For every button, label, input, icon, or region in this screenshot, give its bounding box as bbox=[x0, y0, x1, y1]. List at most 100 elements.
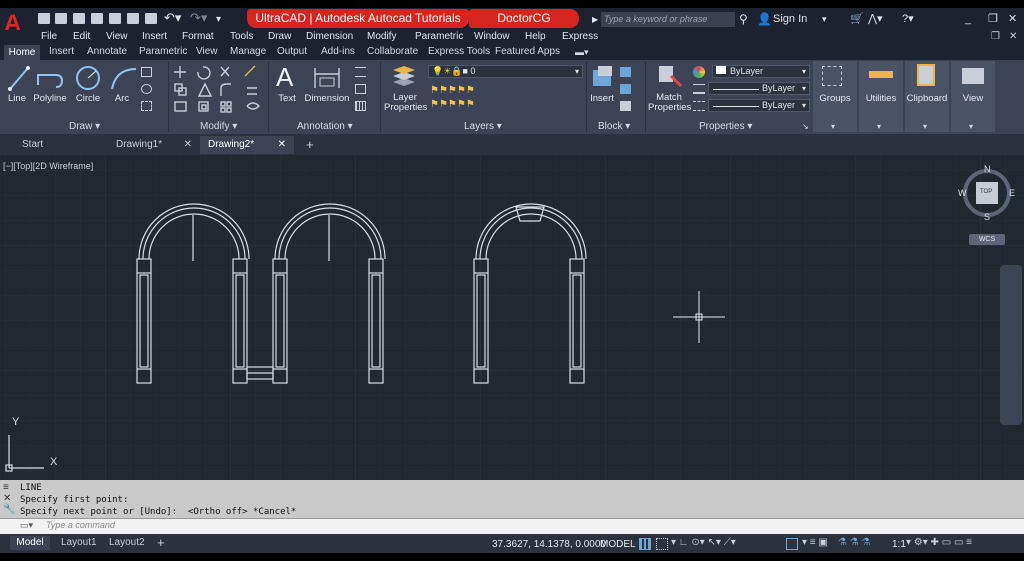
draw-panel-label[interactable]: Draw ▾ bbox=[69, 121, 100, 133]
close-icon[interactable]: ✕ bbox=[1008, 12, 1017, 27]
text-tool[interactable]: Text bbox=[276, 93, 298, 104]
tab-collaborate[interactable]: Collaborate bbox=[367, 46, 418, 58]
modify-panel-label[interactable]: Modify ▾ bbox=[200, 121, 237, 133]
menu-window[interactable]: Window bbox=[474, 31, 510, 43]
model-space[interactable] bbox=[0, 155, 1024, 480]
view-dropdown-icon[interactable]: ▾ bbox=[969, 121, 973, 133]
tab-manage[interactable]: Manage bbox=[230, 46, 266, 58]
viewcube-east[interactable]: E bbox=[1009, 188, 1015, 198]
viewcube-south[interactable]: S bbox=[984, 212, 990, 222]
help-icon[interactable]: ?▾ bbox=[902, 12, 914, 27]
dimension-tool[interactable]: Dimension bbox=[304, 93, 350, 104]
tab-parametric[interactable]: Parametric bbox=[139, 46, 187, 58]
navigation-bar[interactable] bbox=[1000, 265, 1022, 425]
table-icon[interactable] bbox=[355, 101, 366, 111]
utilities-dropdown-icon[interactable]: ▾ bbox=[877, 121, 881, 133]
clipboard-dropdown-icon[interactable]: ▾ bbox=[923, 121, 927, 133]
doc-restore-icon[interactable]: ❐ bbox=[991, 31, 1000, 43]
menu-draw[interactable]: Draw bbox=[268, 31, 291, 43]
polyline-tool[interactable]: Polyline bbox=[32, 93, 68, 104]
redo-icon[interactable]: ↷▾ bbox=[190, 10, 207, 25]
model-space-button[interactable]: MODEL bbox=[600, 539, 636, 550]
wcs-menu[interactable]: WCS bbox=[969, 234, 1005, 245]
cart-icon[interactable]: 🛒 bbox=[850, 12, 864, 27]
block-panel-label[interactable]: Block ▾ bbox=[598, 121, 630, 133]
properties-panel-label[interactable]: Properties ▾ bbox=[699, 121, 752, 133]
restore-icon[interactable]: ❐ bbox=[988, 12, 998, 27]
insert-block-icon[interactable] bbox=[590, 64, 616, 90]
tab-annotate[interactable]: Annotate bbox=[87, 46, 127, 58]
properties-launcher-icon[interactable]: ↘ bbox=[802, 121, 809, 133]
mleader-icon[interactable] bbox=[355, 84, 366, 94]
match-properties-icon[interactable] bbox=[657, 64, 683, 90]
insert-tool[interactable]: Insert bbox=[589, 93, 615, 104]
edit-block-icon[interactable] bbox=[620, 84, 631, 94]
layer-tool-icons[interactable]: ⚑⚑⚑⚑⚑ ⚑⚑⚑⚑⚑ bbox=[430, 84, 520, 114]
grid-toggle-icon[interactable] bbox=[639, 538, 651, 550]
layout-tab-model[interactable]: Model bbox=[10, 536, 50, 550]
layer-properties-icon[interactable] bbox=[390, 64, 418, 90]
new-file-icon[interactable] bbox=[38, 13, 50, 24]
menu-view[interactable]: View bbox=[106, 31, 128, 43]
line-tool[interactable]: Line bbox=[6, 93, 28, 104]
menu-dimension[interactable]: Dimension bbox=[306, 31, 353, 43]
doc-close-icon[interactable]: ✕ bbox=[1009, 31, 1017, 43]
save-as-icon[interactable] bbox=[91, 13, 103, 24]
save-web-icon[interactable] bbox=[127, 13, 139, 24]
dimension-icon[interactable] bbox=[312, 66, 342, 90]
search-icon[interactable]: ⚲ bbox=[739, 12, 748, 27]
tab-featured-apps[interactable]: Featured Apps bbox=[495, 46, 560, 58]
search-expand-icon[interactable]: ▶ bbox=[592, 12, 598, 27]
ribbon-toggle-icon[interactable]: ▬▾ bbox=[575, 46, 589, 58]
tab-home[interactable]: Home bbox=[4, 45, 40, 61]
menu-edit[interactable]: Edit bbox=[73, 31, 90, 43]
save-icon[interactable] bbox=[73, 13, 85, 24]
open-web-icon[interactable] bbox=[109, 13, 121, 24]
layout-tab-layout1[interactable]: Layout1 bbox=[61, 536, 97, 550]
circle-tool[interactable]: Circle bbox=[74, 93, 102, 104]
drawing-canvas[interactable] bbox=[0, 155, 1024, 480]
menu-modify[interactable]: Modify bbox=[367, 31, 396, 43]
leader-icon[interactable] bbox=[355, 67, 366, 77]
signin-dropdown-icon[interactable]: ▾ bbox=[822, 12, 827, 27]
layout-tab-layout2[interactable]: Layout2 bbox=[109, 536, 145, 550]
menu-insert[interactable]: Insert bbox=[142, 31, 167, 43]
command-grip-icon[interactable]: ≡ ✕ 🔧 bbox=[3, 482, 15, 516]
tab-output[interactable]: Output bbox=[277, 46, 307, 58]
menu-file[interactable]: File bbox=[41, 31, 57, 43]
new-layout-icon[interactable]: + bbox=[157, 536, 165, 550]
tab-insert[interactable]: Insert bbox=[49, 46, 74, 58]
open-file-icon[interactable] bbox=[55, 13, 67, 24]
rectangle-icon[interactable] bbox=[141, 67, 152, 77]
file-tab-drawing2[interactable]: Drawing2* ✕ bbox=[200, 136, 294, 154]
modify-tool-icons[interactable] bbox=[173, 64, 265, 116]
menu-format[interactable]: Format bbox=[182, 31, 214, 43]
tab-addins[interactable]: Add-ins bbox=[321, 46, 355, 58]
edit-attributes-icon[interactable] bbox=[620, 101, 631, 111]
layer-properties-tool[interactable]: Layer Properties bbox=[384, 93, 427, 113]
color-wheel-icon[interactable] bbox=[693, 66, 705, 78]
tab-view[interactable]: View bbox=[196, 46, 218, 58]
file-tab-start[interactable]: Start bbox=[14, 136, 104, 154]
workspace-icons[interactable]: ▾ ⚙▾ ✚ ▭ ▭ ≡ bbox=[906, 537, 972, 548]
hatch-icon[interactable] bbox=[141, 101, 152, 111]
snap-toggle-icon[interactable] bbox=[656, 538, 668, 550]
coordinates-readout[interactable]: 37.3627, 14.1378, 0.0000 bbox=[492, 539, 606, 550]
tab-express-tools[interactable]: Express Tools bbox=[428, 46, 490, 58]
menu-help[interactable]: Help bbox=[525, 31, 546, 43]
user-icon[interactable]: 👤 bbox=[757, 12, 772, 27]
menu-tools[interactable]: Tools bbox=[230, 31, 253, 43]
annotation-scale[interactable]: 1:1 bbox=[892, 539, 906, 550]
menu-express[interactable]: Express bbox=[562, 31, 598, 43]
viewcube-top-face[interactable]: TOP bbox=[980, 189, 992, 195]
color-dropdown[interactable]: ByLayer ▾ bbox=[712, 65, 810, 78]
lineweight-dropdown[interactable]: ByLayer ▾ bbox=[708, 82, 810, 95]
command-line[interactable] bbox=[0, 518, 1024, 534]
plot-icon[interactable] bbox=[145, 13, 157, 24]
groups-dropdown-icon[interactable]: ▾ bbox=[831, 121, 835, 133]
annotation-visibility-icons[interactable]: ⚗ ⚗ ⚗ bbox=[838, 537, 870, 548]
selection-cycling-icon[interactable] bbox=[786, 538, 798, 550]
sign-in-button[interactable]: Sign In bbox=[773, 12, 807, 27]
annotation-panel-label[interactable]: Annotation ▾ bbox=[297, 121, 353, 133]
create-block-icon[interactable] bbox=[620, 67, 631, 77]
